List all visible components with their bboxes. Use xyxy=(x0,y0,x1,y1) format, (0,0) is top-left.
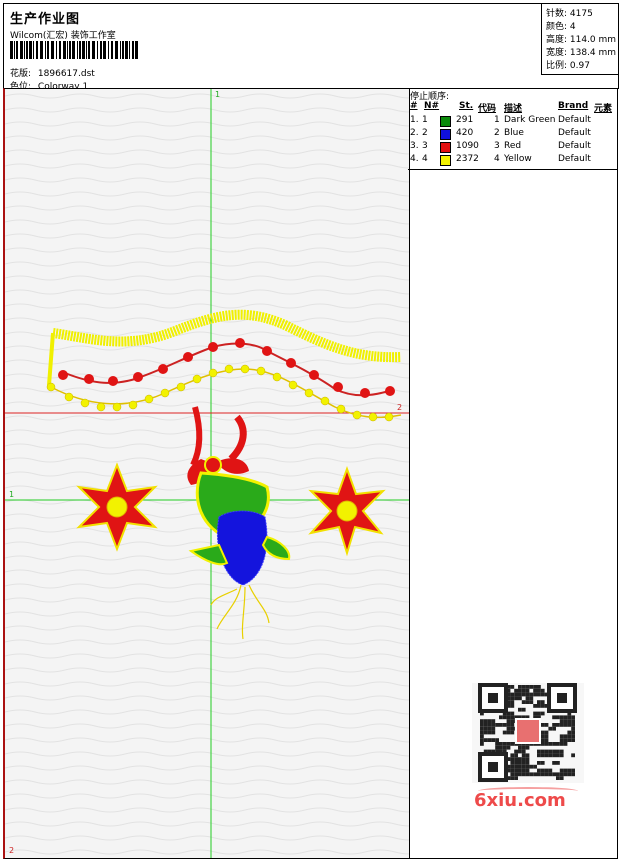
marker-right: 2 xyxy=(397,403,402,412)
subtitle: Wilcom(汇宏) 装饰工作室 xyxy=(10,31,116,41)
thread-needle: 4 xyxy=(422,154,428,164)
marker-bottom: 2 xyxy=(9,846,14,855)
col-element: 元素 xyxy=(594,104,613,114)
thread-needle: 3 xyxy=(422,141,428,151)
qr-code xyxy=(472,683,584,783)
thread-code: 1 xyxy=(494,115,500,125)
thread-row[interactable]: 3. 3 1090 3 Red Default xyxy=(410,141,615,153)
thread-needle: 2 xyxy=(422,128,428,138)
color-count: 颜色: 4 xyxy=(546,22,576,32)
col-needle: N# xyxy=(424,101,440,111)
thread-swatch xyxy=(440,142,451,153)
thread-stitches: 420 xyxy=(456,128,474,138)
thread-code: 2 xyxy=(494,128,500,138)
thread-stitches: 291 xyxy=(456,115,474,125)
thread-desc: Red xyxy=(504,141,522,151)
thread-swatch xyxy=(440,155,451,166)
design-row: 花版: 1896617.dst xyxy=(10,66,95,79)
thread-desc: Yellow xyxy=(504,154,532,164)
design-label: 花版: xyxy=(10,69,32,79)
thread-stitches: 1090 xyxy=(456,141,479,151)
thread-desc: Blue xyxy=(504,128,524,138)
thread-swatch xyxy=(440,116,451,127)
thread-row[interactable]: 4. 4 2372 4 Yellow Default xyxy=(410,154,615,166)
thread-row[interactable]: 2. 2 420 2 Blue Default xyxy=(410,128,615,140)
marker-top: 1 xyxy=(215,90,220,99)
design-height: 高度: 114.0 mm xyxy=(546,35,617,45)
thread-code: 3 xyxy=(494,141,500,151)
thread-brand: Default xyxy=(558,154,591,164)
thread-code: 4 xyxy=(494,154,500,164)
barcode xyxy=(10,41,138,59)
watermark-text: 6xiu.com xyxy=(474,790,566,811)
thread-stitches: 2372 xyxy=(456,154,479,164)
thread-swatch xyxy=(440,129,451,140)
page-title: 生产作业图 xyxy=(10,12,81,27)
thread-desc: Dark Green xyxy=(504,115,556,125)
thread-num: 3. xyxy=(410,141,419,151)
col-desc: 描述 xyxy=(504,104,523,114)
design-value: 1896617.dst xyxy=(37,69,95,79)
design-canvas[interactable]: 1 1 2 2 xyxy=(3,88,410,859)
header-panel: 生产作业图 Wilcom(汇宏) 装饰工作室 花版: 1896617.dst 色… xyxy=(3,3,619,92)
stitch-count: 针数: 4175 xyxy=(546,9,593,19)
thread-num: 1. xyxy=(410,115,419,125)
col-brand: Brand xyxy=(558,101,589,111)
design-width: 宽度: 138.4 mm xyxy=(546,48,617,58)
thread-brand: Default xyxy=(558,115,591,125)
stats-panel: 针数: 4175 颜色: 4 高度: 114.0 mm 宽度: 138.4 mm… xyxy=(541,4,619,75)
col-stitches: St. xyxy=(459,101,474,111)
table-separator xyxy=(408,169,617,170)
col-num: # xyxy=(410,101,418,111)
thread-num: 2. xyxy=(410,128,419,138)
thread-brand: Default xyxy=(558,128,591,138)
design-preview: 1 1 2 2 xyxy=(5,89,409,858)
thread-brand: Default xyxy=(558,141,591,151)
thread-num: 4. xyxy=(410,154,419,164)
design-scale: 比例: 0.97 xyxy=(546,61,590,71)
col-code: 代码 xyxy=(478,104,497,114)
thread-row[interactable]: 1. 1 291 1 Dark Green Default xyxy=(410,115,615,127)
marker-left: 1 xyxy=(9,490,14,499)
thread-needle: 1 xyxy=(422,115,428,125)
